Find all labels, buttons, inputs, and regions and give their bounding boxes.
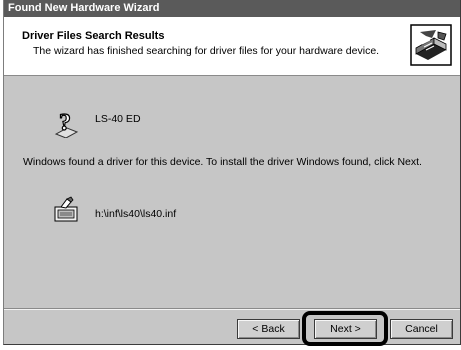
footer-separator [4, 308, 460, 310]
wizard-window: Found New Hardware Wizard Driver Files S… [3, 0, 461, 346]
driver-file-path: h:\inf\ls40\ls40.inf [95, 208, 177, 220]
cancel-button[interactable]: Cancel [390, 319, 453, 339]
driver-file-icon [54, 196, 78, 222]
window-title: Found New Hardware Wizard [4, 0, 460, 17]
unknown-device-icon: ? [54, 109, 79, 138]
header-title: Driver Files Search Results [22, 30, 165, 42]
back-button[interactable]: < Back [237, 319, 300, 339]
hardware-wizard-icon [410, 24, 452, 66]
next-button-highlight [302, 311, 388, 346]
device-name: LS-40 ED [95, 113, 141, 125]
driver-found-message: Windows found a driver for this device. … [23, 156, 422, 168]
svg-text:?: ? [59, 110, 71, 136]
wizard-header: Driver Files Search Results The wizard h… [4, 17, 460, 76]
header-subtitle: The wizard has finished searching for dr… [33, 45, 380, 57]
